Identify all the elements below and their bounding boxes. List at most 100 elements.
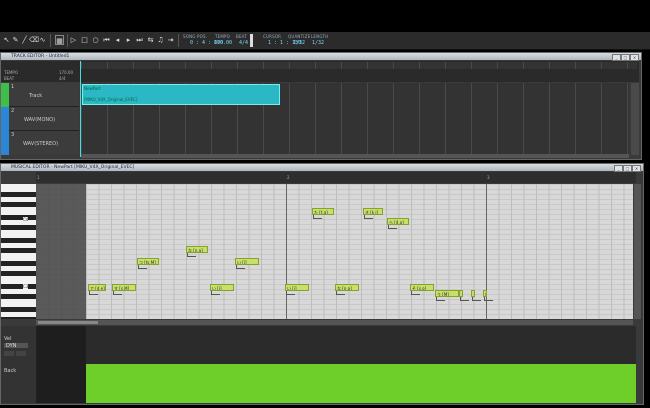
line-tool-icon[interactable]: ╱ (20, 35, 29, 45)
track-2-number: 2 (11, 108, 15, 114)
note[interactable]: つ [ts M] (137, 258, 159, 265)
note-pitch-curve (313, 215, 322, 219)
control-button-1[interactable] (4, 351, 14, 356)
tempo-row-label: TEMPO (4, 70, 18, 75)
note[interactable]: な [n a] (335, 284, 359, 291)
note[interactable]: い [i] (483, 290, 487, 297)
stop-icon[interactable]: □ (80, 35, 89, 45)
track-header-1[interactable]: 1 Track (9, 83, 79, 107)
beat-row-label: BEAT (4, 76, 15, 81)
dyn-dropdown[interactable]: DYN (4, 343, 28, 349)
tempo-label: TEMPO (215, 34, 230, 39)
velocity-label: Vel (4, 336, 12, 342)
note-pitch-curve (236, 265, 245, 269)
cursor-division[interactable]: 1/32 (293, 40, 305, 46)
note-pitch-curve (89, 291, 98, 295)
control-button-2[interactable] (16, 351, 26, 356)
tempo-value[interactable]: 170.00 (214, 40, 232, 46)
minimize-icon[interactable]: _ (612, 54, 621, 61)
note-pitch-curve (211, 291, 220, 295)
note[interactable]: す [s M] (112, 284, 136, 291)
part-name: NewPart (84, 86, 101, 91)
note[interactable]: い [i] (235, 258, 259, 265)
piano-roll-vertical-scrollbar[interactable] (634, 184, 641, 319)
pencil-tool-icon[interactable]: ✎ (11, 35, 20, 45)
note-pitch-curve (411, 291, 420, 295)
track-2-color (1, 107, 9, 131)
grid-toggle-icon[interactable]: ▦ (55, 35, 64, 45)
note-pitch-curve (364, 215, 373, 219)
note-pitch-curve (484, 297, 493, 301)
eraser-tool-icon[interactable]: ⌫ (29, 35, 39, 45)
track-3-number: 3 (11, 132, 15, 138)
beat-label: BEAT (236, 34, 247, 39)
track-editor-window: TRACK EDITOR - Untitled1 _ □ × TEMPO BEA… (0, 52, 642, 160)
note-pitch-curve (460, 297, 469, 301)
vibrato-tool-icon[interactable]: ∿ (38, 35, 47, 45)
length-label: LENGTH (311, 34, 329, 39)
track-1-name: Track (29, 93, 43, 99)
arrow-tool-icon[interactable]: ↖ (2, 35, 11, 45)
metronome-icon[interactable]: ♫ (156, 35, 165, 45)
rewind-icon[interactable]: ◂ (113, 35, 122, 45)
piano-roll-horizontal-scrollbar[interactable] (36, 320, 633, 325)
notes-layer: た [t a] き [k i] ら [4 a] つ [ts M] な [n a] い [i… (1, 164, 641, 324)
track-horizontal-scrollbar[interactable] (81, 154, 629, 158)
note[interactable]: ら [4 a] (387, 218, 409, 225)
track-2-name: WAV(MONO) (24, 117, 56, 123)
close-icon[interactable]: × (630, 54, 639, 61)
scroll-thumb[interactable] (38, 321, 98, 324)
scroll-icon[interactable]: ⇥ (166, 35, 175, 45)
track-ruler[interactable]: TEMPO BEAT 170.00 4/4 (1, 61, 639, 82)
part-singer: [MIKU_V4X_Original_EVEC] (84, 97, 138, 102)
note[interactable]: な [n a] (186, 246, 208, 253)
note[interactable]: た [t a] (312, 208, 334, 215)
bar-numbers (81, 62, 637, 69)
track-1-number: 1 (11, 84, 15, 90)
loop-icon[interactable]: ⇆ (146, 35, 155, 45)
track-list: 1 Track 2 WAV(MONO) 3 WAV(STEREO) NewPar… (1, 83, 639, 155)
note-pitch-curve (187, 253, 196, 257)
note-pitch-curve (472, 297, 481, 301)
musical-editor-window: MUSICAL EDITOR - NewPart [MIKU_V4X_Origi… (0, 163, 644, 405)
track-3-color (1, 131, 9, 155)
note[interactable]: う [M] (471, 290, 475, 297)
cursor-label: CURSOR (263, 34, 282, 39)
note-pitch-curve (138, 265, 147, 269)
track-header-3[interactable]: 3 WAV(STEREO) (9, 131, 79, 154)
note-pitch-curve (336, 291, 345, 295)
length-value[interactable]: 1/32 (312, 40, 324, 46)
song-pos-label: SONG POS. (183, 34, 208, 39)
track-1-color (1, 83, 9, 107)
forward-icon[interactable]: ▸ (124, 35, 133, 45)
note-pitch-curve (286, 291, 295, 295)
track-editor-title: TRACK EDITOR - Untitled1 (11, 54, 70, 59)
track-vertical-scrollbar[interactable] (631, 83, 639, 155)
maximize-icon[interactable]: □ (621, 54, 630, 61)
note[interactable]: で [d e] (88, 284, 106, 291)
track-header-2[interactable]: 2 WAV(MONO) (9, 107, 79, 131)
note[interactable]: い [i] (285, 284, 309, 291)
tempo-row-value: 170.00 (59, 70, 73, 75)
note[interactable]: う [M] (435, 290, 459, 297)
track-editor-titlebar[interactable]: TRACK EDITOR - Untitled1 (1, 53, 641, 60)
control-track-panel: Vel DYN Back (1, 326, 37, 403)
control-pre-measure (37, 326, 86, 403)
play-icon[interactable]: ▷ (69, 35, 78, 45)
record-icon[interactable]: ○ (91, 35, 100, 45)
control-curve-fill (86, 364, 636, 403)
vocal-part[interactable]: NewPart [MIKU_V4X_Original_EVEC] (82, 84, 280, 105)
note[interactable]: い [i] (210, 284, 234, 291)
main-toolbar: ↖ ✎ ╱ ⌫ ∿ ▦ ▷ □ ○ ⏮ ◂ ▸ ⏭ ⇆ ♫ ⇥ SONG POS… (0, 32, 650, 50)
note-pitch-curve (113, 291, 122, 295)
note[interactable]: そ [s o] (410, 284, 434, 291)
note[interactable]: き [k i] (363, 208, 383, 215)
note-pitch-curve (436, 297, 445, 301)
beat-value[interactable]: 4/4 (239, 40, 248, 46)
beat-row-value: 4/4 (59, 76, 66, 81)
quantize-label: QUANTIZE (288, 34, 311, 39)
forward-end-icon[interactable]: ⏭ (135, 35, 144, 45)
control-track-area[interactable] (37, 326, 636, 403)
note[interactable]: う [M] (459, 290, 463, 297)
rewind-start-icon[interactable]: ⏮ (102, 35, 111, 45)
